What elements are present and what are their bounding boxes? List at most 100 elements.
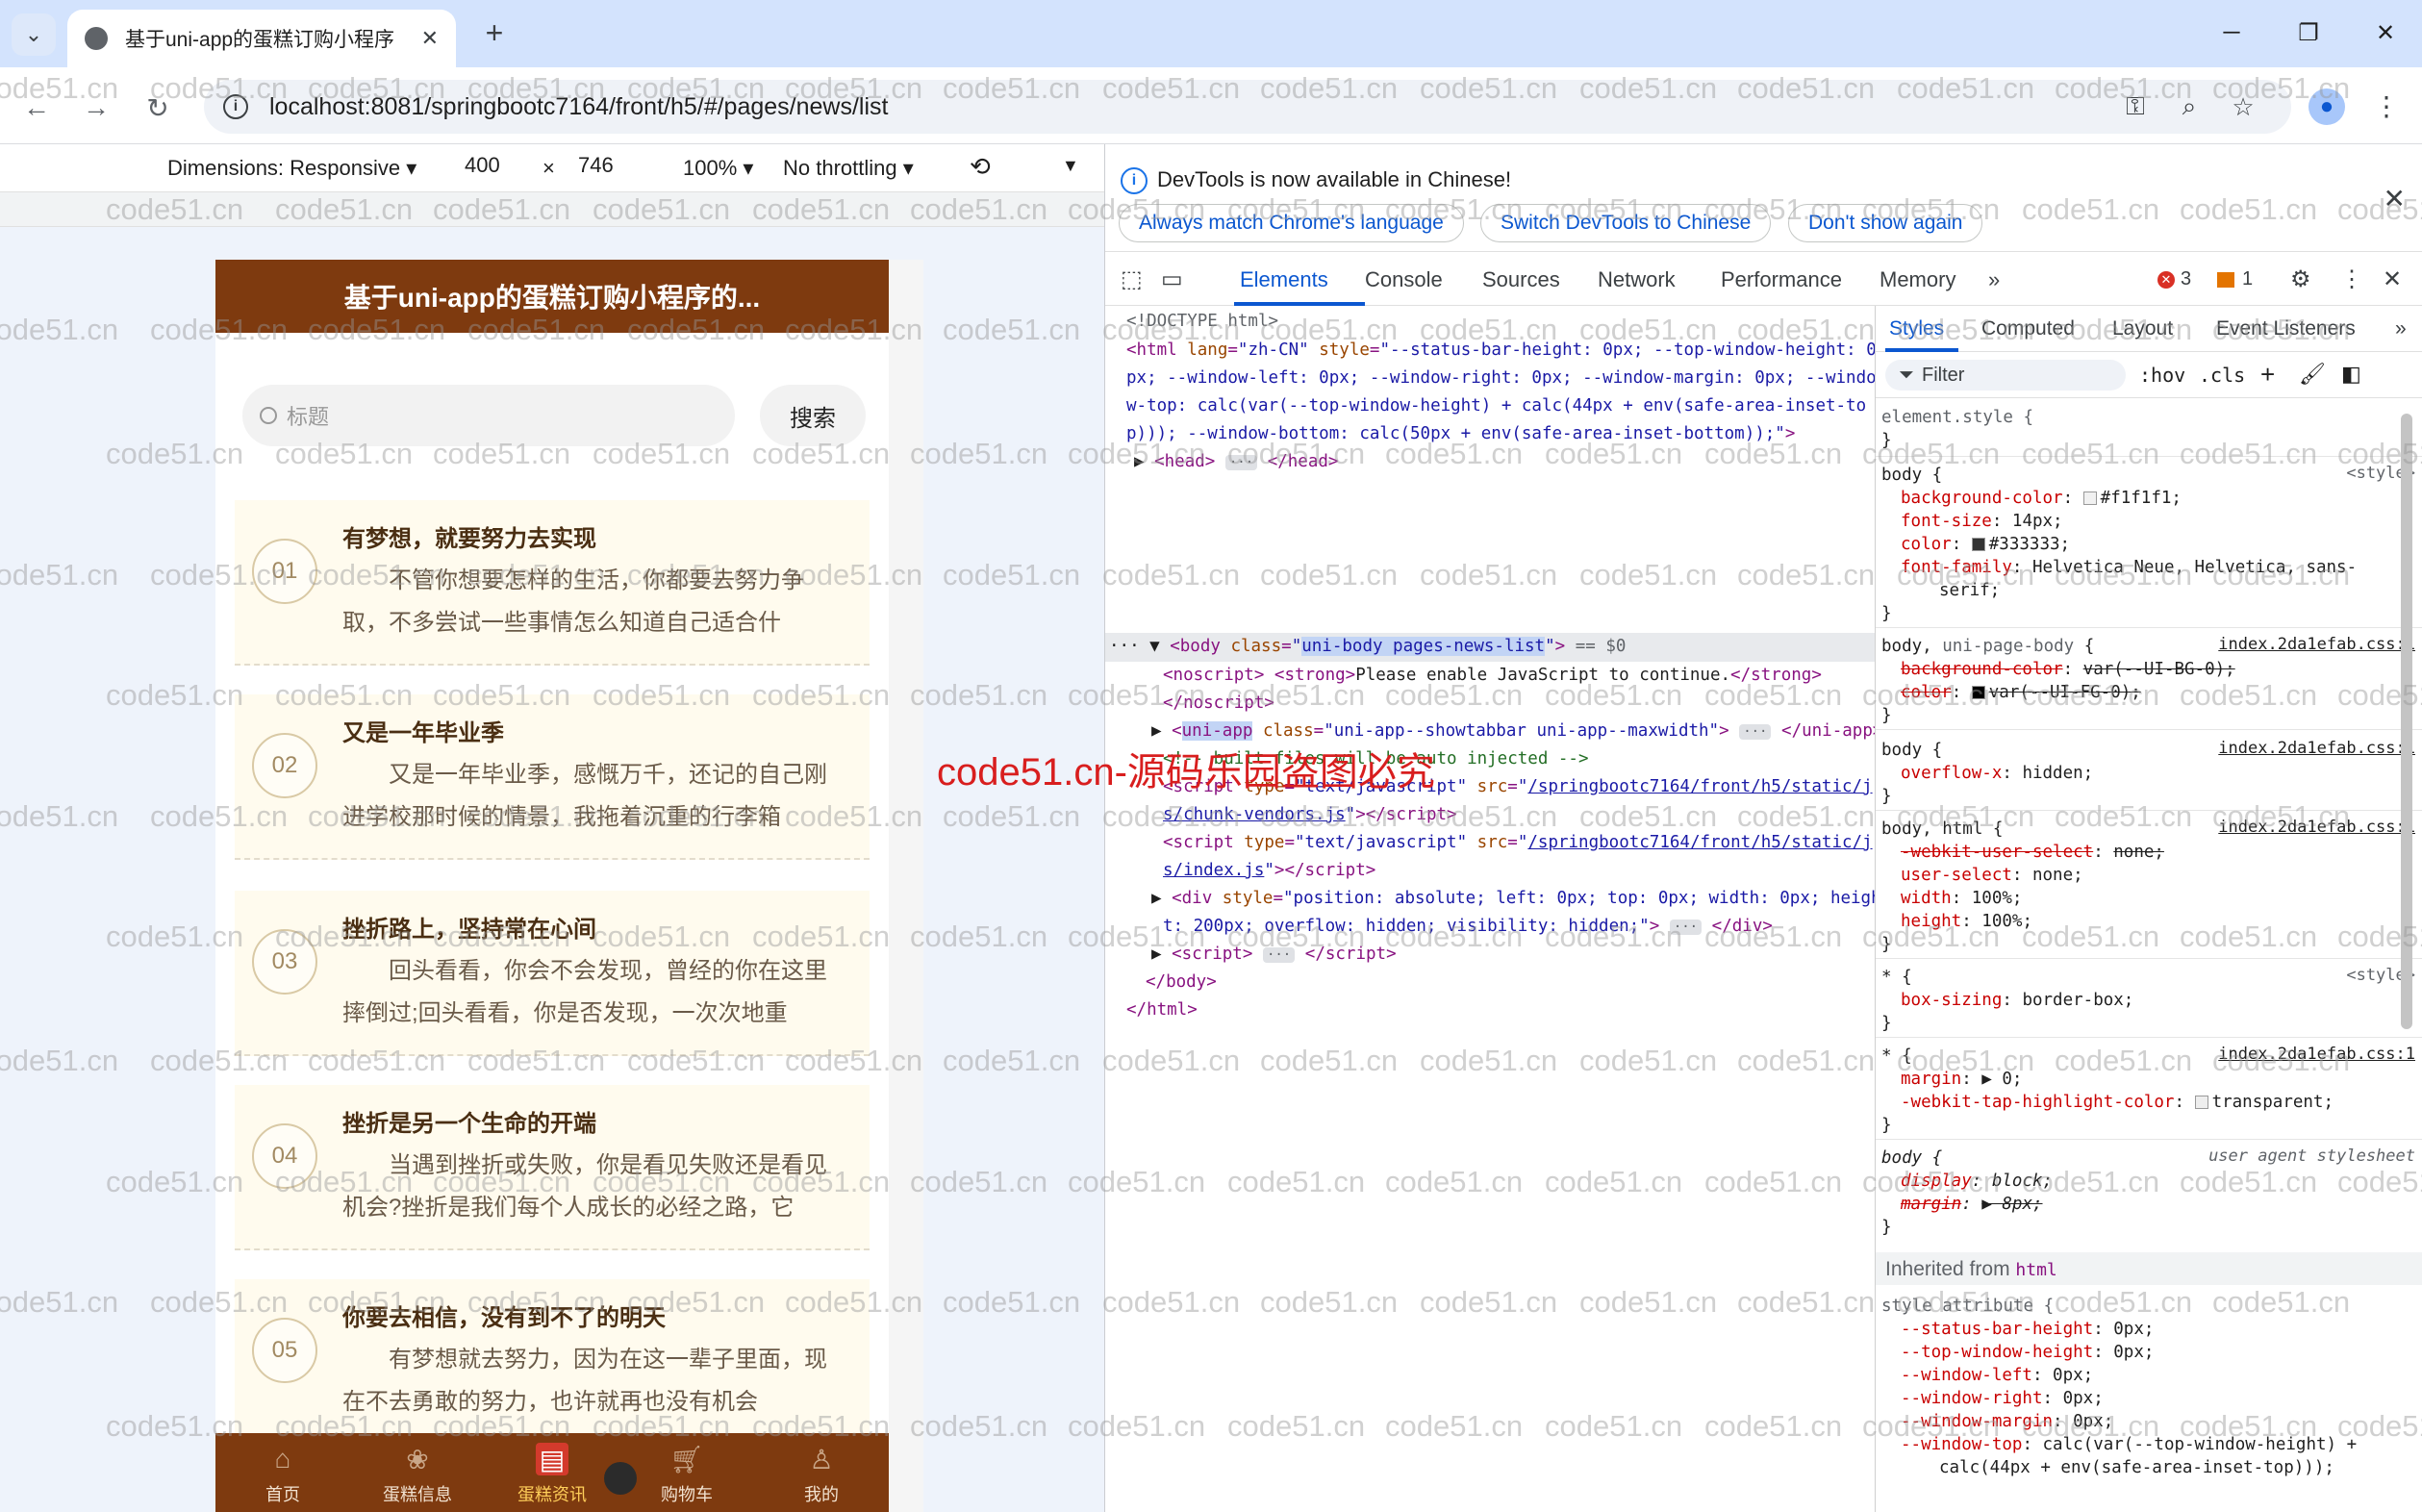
tab-performance[interactable]: Performance <box>1721 267 1842 292</box>
subtab-styles[interactable]: Styles <box>1889 317 1944 340</box>
css-selector[interactable]: style attribute { <box>1881 1295 2054 1318</box>
new-tab-button[interactable]: + <box>475 13 514 52</box>
match-language-button[interactable]: Always match Chrome's language <box>1119 204 1464 242</box>
filter-input[interactable]: ⏷ Filter <box>1885 360 2126 391</box>
css-declaration[interactable]: color: #333333; <box>1901 533 2070 556</box>
tabbar-home[interactable]: ⌂ 首页 <box>215 1433 350 1512</box>
error-count-badge[interactable]: ✕ 3 <box>2157 268 2191 290</box>
css-declaration[interactable]: width: 100%; <box>1901 887 2022 910</box>
css-declaration[interactable]: display: block; <box>1901 1170 2053 1193</box>
css-declaration[interactable]: -webkit-tap-highlight-color: transparent… <box>1901 1091 2334 1114</box>
more-tabs-button[interactable]: » <box>1988 267 2000 292</box>
color-swatch[interactable] <box>2082 491 2097 505</box>
forward-icon[interactable]: → <box>75 87 117 129</box>
close-window-icon[interactable]: ✕ <box>2357 13 2414 52</box>
inspect-icon[interactable]: ⬚ <box>1121 265 1143 293</box>
css-declaration[interactable]: background-color: #f1f1f1; <box>1901 487 2182 510</box>
tabbar-cake-info[interactable]: ❀ 蛋糕信息 <box>350 1433 485 1512</box>
css-selector[interactable]: body, html { <box>1881 818 2003 841</box>
dont-show-button[interactable]: Don't show again <box>1788 204 1983 242</box>
zoom-dropdown[interactable]: 100% ▾ <box>683 156 753 181</box>
subtab-layout[interactable]: Layout <box>2112 317 2173 340</box>
tab-network[interactable]: Network <box>1598 267 1676 292</box>
viewport-scrollbar[interactable] <box>889 260 923 1512</box>
css-declaration[interactable]: --window-top: calc(var(--top-window-heig… <box>1901 1433 2357 1456</box>
warning-count-badge[interactable]: 1 <box>2217 268 2253 290</box>
css-declaration[interactable]: overflow-x: hidden; <box>1901 762 2093 785</box>
more-subtabs-button[interactable]: » <box>2395 317 2407 340</box>
doctype-line[interactable]: <!DOCTYPE html> <box>1126 308 1278 336</box>
css-declaration[interactable]: margin: ▶ 8px; <box>1901 1193 2043 1216</box>
menu-kebab-icon[interactable]: ⋮ <box>2372 87 2401 125</box>
css-declaration[interactable]: --window-right: 0px; <box>1901 1387 2104 1410</box>
elements-tree[interactable]: <!DOCTYPE html> <html lang="zh-CN" style… <box>1105 306 1875 1512</box>
tabbar-profile[interactable]: ♙ 我的 <box>754 1433 889 1512</box>
color-swatch[interactable] <box>2194 1096 2208 1109</box>
minimize-icon[interactable]: ─ <box>2203 13 2260 52</box>
css-declaration[interactable]: margin: ▶ 0; <box>1901 1068 2022 1091</box>
css-selector[interactable]: body { <box>1881 739 1942 762</box>
css-declaration[interactable]: --window-margin: 0px; <box>1901 1410 2113 1433</box>
div-node-line[interactable]: ▶ <div style="position: absolute; left: … <box>1151 885 1875 913</box>
search-input[interactable]: 标题 <box>242 385 735 446</box>
styles-scrollbar[interactable] <box>2401 414 2412 1029</box>
news-list-item[interactable]: 05 你要去相信，没有到不了的明天 有梦想就去努力，因为在这一辈子里面，现在不去… <box>235 1279 870 1445</box>
style-source[interactable]: index.2da1efab.css:1 <box>2218 635 2415 654</box>
news-list-item[interactable]: 04 挫折是另一个生命的开端 当遇到挫折或失败，你是看见失败还是看见机会?挫折是… <box>235 1085 870 1250</box>
css-selector[interactable]: body { <box>1881 464 1942 487</box>
cls-toggle[interactable]: .cls <box>2199 364 2245 387</box>
search-button[interactable]: 搜索 <box>760 385 866 446</box>
tab-elements[interactable]: Elements <box>1240 267 1328 292</box>
body-node-line[interactable]: ··· ▼ <body class="uni-body pages-news-l… <box>1109 633 1626 661</box>
hov-toggle[interactable]: :hov <box>2139 364 2185 387</box>
css-selector[interactable]: * { <box>1881 1045 1912 1068</box>
reload-icon[interactable]: ↻ <box>137 87 179 129</box>
css-declaration[interactable]: --status-bar-height: 0px; <box>1901 1318 2154 1341</box>
css-declaration[interactable]: user-select: none; <box>1901 864 2083 887</box>
tab-sources[interactable]: Sources <box>1482 267 1560 292</box>
news-list-item[interactable]: 03 挫折路上，坚持常在心间 回头看看，你会不会发现，曾经的你在这里摔倒过;回头… <box>235 891 870 1056</box>
tabbar-cake-news[interactable]: ▤ 蛋糕资讯 <box>485 1433 619 1512</box>
address-bar[interactable]: i localhost:8081/springbootc7164/front/h… <box>204 80 2291 134</box>
subtab-computed[interactable]: Computed <box>1981 317 2075 340</box>
close-devtools-icon[interactable]: ✕ <box>2383 265 2402 293</box>
style-source[interactable]: index.2da1efab.css:1 <box>2218 818 2415 837</box>
paint-icon[interactable]: 🖌︎ <box>2299 362 2326 387</box>
width-input[interactable]: 400 <box>460 152 535 185</box>
css-declaration[interactable]: --top-window-height: 0px; <box>1901 1341 2154 1364</box>
css-declaration[interactable]: --window-left: 0px; <box>1901 1364 2093 1387</box>
style-source[interactable]: index.2da1efab.css:1 <box>2218 1045 2415 1064</box>
news-list-item[interactable]: 02 又是一年毕业季 又是一年毕业季，感慨万千，还记的自己刚进学校那时候的情景，… <box>235 694 870 860</box>
height-input[interactable]: 746 <box>573 152 648 185</box>
style-source[interactable]: index.2da1efab.css:1 <box>2218 739 2415 758</box>
settings-gear-icon[interactable]: ⚙ <box>2290 265 2311 293</box>
floating-dot[interactable] <box>604 1462 637 1495</box>
close-tab-icon[interactable]: ✕ <box>421 26 439 51</box>
throttling-dropdown[interactable]: No throttling ▾ <box>783 156 914 181</box>
site-info-icon[interactable]: i <box>223 94 248 119</box>
news-list-item[interactable]: 01 有梦想，就要努力去实现 不管你想要怎样的生活，你都要去努力争取，不多尝试一… <box>235 500 870 666</box>
css-declaration[interactable]: box-sizing: border-box; <box>1901 989 2133 1012</box>
switch-chinese-button[interactable]: Switch DevTools to Chinese <box>1480 204 1772 242</box>
subtab-event-listeners[interactable]: Event Listeners <box>2216 317 2356 340</box>
bookmark-star-icon[interactable]: ☆ <box>2226 89 2260 124</box>
css-rule[interactable]: element.style { <box>1881 406 2033 429</box>
noscript-line[interactable]: <noscript> <strong>Please enable JavaScr… <box>1163 662 1822 690</box>
tab-memory[interactable]: Memory <box>1880 267 1955 292</box>
password-key-icon[interactable]: ⚿ <box>2118 89 2153 124</box>
inherited-tag[interactable]: html <box>2015 1260 2056 1280</box>
css-declaration[interactable]: font-size: 14px; <box>1901 510 2063 533</box>
close-banner-icon[interactable]: ✕ <box>2384 183 2406 214</box>
color-swatch[interactable] <box>1971 538 1985 551</box>
tab-console[interactable]: Console <box>1365 267 1443 292</box>
devtools-menu-icon[interactable]: ⋮ <box>2340 265 2363 293</box>
dimensions-dropdown[interactable]: Dimensions: Responsive ▾ <box>167 156 416 181</box>
css-selector[interactable]: body { <box>1881 1147 1942 1170</box>
sidebar-toggle-icon[interactable]: ◧ <box>2341 362 2361 387</box>
css-declaration[interactable]: color: var(--UI-FG-0); <box>1901 681 2141 704</box>
new-rule-icon[interactable]: + <box>2260 360 2275 390</box>
tabbar-cart[interactable]: 🛒︎ 购物车 <box>619 1433 754 1512</box>
device-toggle-icon[interactable]: ▭ <box>1161 265 1183 293</box>
tab-search-button[interactable]: ⌄ <box>12 13 56 56</box>
css-declaration[interactable]: background-color: var(--UI-BG-0); <box>1901 658 2235 681</box>
